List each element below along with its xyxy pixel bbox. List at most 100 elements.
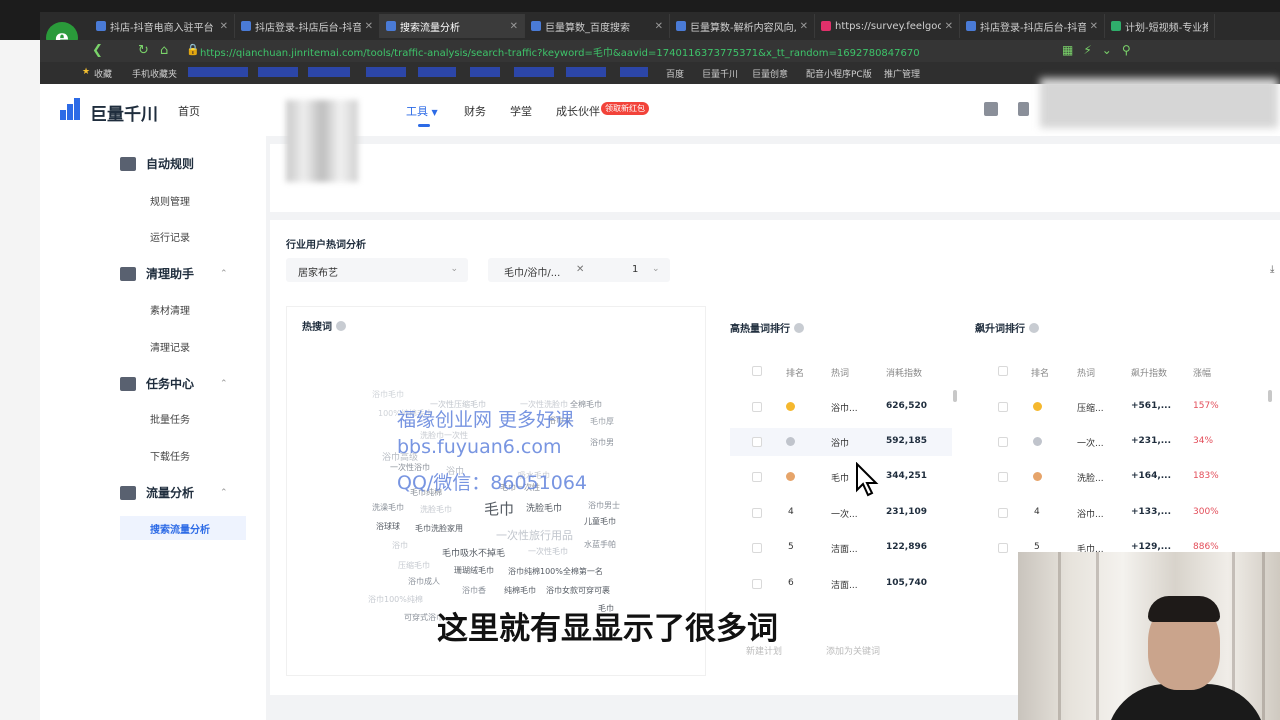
reload-icon[interactable]: ↻ [138,43,149,58]
bookmark-item[interactable]: 收藏 [94,67,112,80]
brand-logo-text[interactable]: 巨量千川 [90,100,158,125]
sidebar-group-auto-rules[interactable]: 自动规则 [120,155,194,172]
tab-close-icon[interactable]: ✕ [945,21,953,32]
scrollbar[interactable] [953,390,957,402]
hot-word[interactable]: 浴巾成人 [408,576,440,587]
hot-word[interactable]: 珊瑚绒毛巾 [454,565,494,576]
sidebar-item-download-task[interactable]: 下载任务 [150,448,190,463]
hot-word[interactable]: 毛巾吸水不掉毛 [442,546,505,559]
tab-close-icon[interactable]: ✕ [655,21,663,32]
tab-close-icon[interactable]: ✕ [510,21,518,32]
hot-word[interactable]: 毛巾 [484,498,514,519]
row-checkbox[interactable] [998,543,1008,553]
add-keyword-button[interactable]: 添加为关键词 [826,644,880,657]
browser-tab[interactable]: 抖店登录-抖店后台-抖音电 ✕ [960,14,1105,38]
hot-word[interactable]: 毛巾洗脸家用 [415,523,463,534]
row-checkbox[interactable] [752,543,762,553]
tab-close-icon[interactable]: ✕ [220,21,228,32]
bookmark-item[interactable] [366,67,406,77]
scrollbar[interactable] [1268,390,1272,402]
nav-tools[interactable]: 工具 ▼ [406,103,438,119]
row-checkbox[interactable] [752,508,762,518]
browser-tab[interactable]: 抖店-抖音电商入驻平台 ✕ [90,14,235,38]
back-icon[interactable]: ❮ [92,43,103,58]
row-checkbox[interactable] [752,402,762,412]
sidebar-item-cleanup-log[interactable]: 清理记录 [150,339,190,354]
hot-word[interactable]: 水蓝手帕 [584,539,616,550]
help-icon[interactable] [1029,323,1039,333]
row-checkbox[interactable] [998,402,1008,412]
keyword-select[interactable]: 毛巾/浴巾/... ✕ 1 ⌄ [488,258,670,282]
hot-word[interactable]: 一次性毛巾 [528,546,568,557]
select-all-checkbox[interactable] [752,366,762,376]
hot-word[interactable]: 毛巾厚 [590,416,614,427]
hot-word[interactable]: 压缩毛巾 [398,560,430,571]
bookmark-item[interactable] [470,67,500,77]
bookmark-item[interactable] [514,67,554,77]
bookmark-item[interactable] [418,67,456,77]
row-checkbox[interactable] [998,508,1008,518]
sidebar-item-run-log[interactable]: 运行记录 [150,229,190,244]
tag-close-icon[interactable]: ✕ [576,264,584,275]
bookmark-item[interactable]: 巨量创意 [752,67,788,80]
nav-finance[interactable]: 财务 [464,103,486,119]
sidebar-group-traffic[interactable]: 流量分析 ⌃ [120,484,228,501]
select-all-checkbox[interactable] [998,366,1008,376]
bookmark-item[interactable]: 推广管理 [884,67,920,80]
sidebar-item-batch-task[interactable]: 批量任务 [150,411,190,426]
browser-tab[interactable]: 计划-短视频-专业推广 [1105,14,1215,38]
browser-tab[interactable]: https://survey.feelgood ✕ [815,14,960,38]
nav-partner[interactable]: 成长伙伴 [556,103,600,119]
brand-logo-icon[interactable] [60,98,86,120]
row-checkbox[interactable] [752,472,762,482]
bookmark-item[interactable]: 手机收藏夹 [132,67,177,80]
browser-tab-active[interactable]: 搜索流量分析 ✕ [380,14,525,38]
browser-tab[interactable]: 巨量算数_百度搜索 ✕ [525,14,670,38]
hot-word[interactable]: 浴巾香 [462,585,486,596]
sidebar-item-material-cleanup[interactable]: 素材清理 [150,302,190,317]
industry-select[interactable]: 居家布艺 ⌄ [286,258,468,282]
bookmark-item[interactable] [188,67,248,77]
hot-word[interactable]: 洗澡毛巾 [372,502,404,513]
hot-word[interactable]: 浴巾男士 [588,500,620,511]
row-checkbox[interactable] [752,437,762,447]
hot-word[interactable]: 一次性旅行用品 [496,527,573,543]
sidebar-group-tasks[interactable]: 任务中心 ⌃ [120,375,228,392]
hot-word[interactable]: 全棉毛巾 [570,399,602,410]
help-icon[interactable] [336,321,346,331]
home-link[interactable]: 首页 [178,103,200,119]
bookmark-item[interactable] [620,67,648,77]
hot-word[interactable]: 浴巾纯棉100%全棉第一名 [508,566,603,577]
row-checkbox[interactable] [998,472,1008,482]
hot-word[interactable]: 浴巾100%纯棉 [368,594,423,605]
row-checkbox[interactable] [998,437,1008,447]
bookmark-item[interactable] [566,67,606,77]
bookmark-item[interactable] [308,67,350,77]
browser-tab[interactable]: 抖店登录-抖店后台-抖音电 ✕ [235,14,380,38]
bookmark-item[interactable]: 巨量千川 [702,67,738,80]
address-bar-tools-icon[interactable]: ▦⚡⌄⚲ [1062,43,1141,57]
browser-tab[interactable]: 巨量算数-解析内容风向, ✕ [670,14,815,38]
hot-word[interactable]: 浴巾男 [590,437,614,448]
tab-close-icon[interactable]: ✕ [800,21,808,32]
red-packet-badge[interactable]: 领取新红包 [601,102,649,115]
bookmark-item[interactable]: 配音小程序PC版 [806,67,872,80]
hot-word[interactable]: 儿童毛巾 [584,516,616,527]
hot-word[interactable]: 浴球球 [376,521,400,532]
phone-icon[interactable] [1018,102,1029,116]
hot-word[interactable]: 浴巾 [392,540,408,551]
tab-close-icon[interactable]: ✕ [365,21,373,32]
nav-school[interactable]: 学堂 [510,103,532,119]
bookmark-item[interactable]: 百度 [666,67,684,80]
sidebar-group-cleanup[interactable]: 清理助手 ⌃ [120,265,228,282]
home-icon[interactable]: ⌂ [160,43,168,58]
hot-word[interactable]: 浴巾毛巾 [372,389,404,400]
row-checkbox[interactable] [752,579,762,589]
hot-word[interactable]: 洗脸毛巾 [526,501,562,514]
url-input[interactable]: https://qianchuan.jinritemai.com/tools/t… [200,44,920,59]
hot-word[interactable]: 浴巾女款可穿可裹 [546,585,610,596]
hot-word[interactable]: 洗脸毛巾 [420,504,452,515]
tab-close-icon[interactable]: ✕ [1090,21,1098,32]
export-icon[interactable]: ⤓ [1270,264,1274,275]
sidebar-item-rule-manage[interactable]: 规则管理 [150,193,190,208]
